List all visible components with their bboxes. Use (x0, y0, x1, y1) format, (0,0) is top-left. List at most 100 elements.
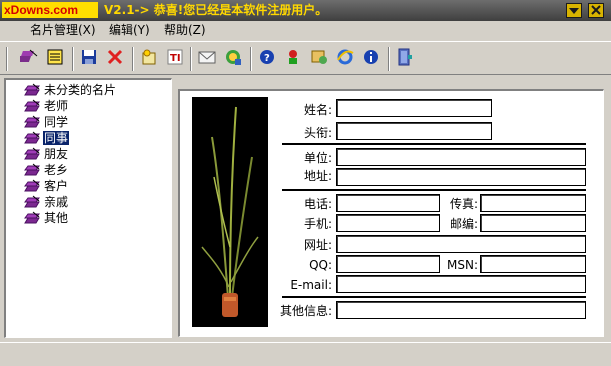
svg-text:?: ? (264, 53, 270, 64)
divider (282, 143, 586, 145)
category-tree[interactable]: 未分类的名片 老师 同学 同事 朋友 老乡客户亲戚其他 (4, 78, 172, 338)
fax-label: 传真: (449, 197, 478, 211)
menu-edit[interactable]: 编辑(Y) (109, 23, 150, 38)
delete-icon (107, 49, 123, 68)
tools-button[interactable] (308, 47, 330, 69)
company-label: 单位: (303, 151, 332, 165)
phone-input[interactable] (336, 194, 440, 212)
name-label: 姓名: (303, 103, 332, 117)
qq-label: QQ: (309, 258, 332, 272)
info-button[interactable] (360, 47, 382, 69)
network-button[interactable] (222, 47, 244, 69)
zip-label: 邮编: (449, 217, 478, 231)
money-icon (285, 49, 301, 68)
exit-button[interactable] (394, 47, 416, 69)
money-button[interactable] (282, 47, 304, 69)
tree-item-label: 其他 (44, 211, 69, 225)
other-info-label: 其他信息: (279, 304, 332, 318)
edit-card-button[interactable] (15, 47, 40, 69)
tree-item-label: 同事 (41, 130, 71, 146)
photo-image (192, 97, 268, 327)
tree-item[interactable]: 未分类的名片 (6, 82, 170, 98)
card-detail-panel: 姓名: 头衔: 单位: 地址: 电话: 传真: 手机: 邮编: 网址: QQ: … (178, 89, 604, 337)
notebook-icon (46, 48, 64, 69)
card-category-icon (24, 115, 40, 129)
info-icon (363, 49, 379, 68)
new-card-button[interactable] (138, 47, 160, 69)
save-button[interactable] (78, 47, 100, 69)
other-info-input[interactable] (336, 301, 586, 319)
tree-item-label: 老乡 (44, 163, 69, 177)
website-input[interactable] (336, 235, 586, 253)
card-category-icon (24, 83, 40, 97)
card-category-icon (24, 99, 40, 113)
name-input[interactable] (336, 99, 492, 117)
title-input[interactable] (336, 122, 492, 140)
toolbar-separator (6, 47, 8, 71)
zip-input[interactable] (480, 214, 586, 232)
card-category-icon (24, 163, 40, 177)
card-category-icon (24, 147, 40, 161)
minimize-icon (569, 4, 579, 18)
msn-input[interactable] (480, 255, 586, 273)
network-icon (224, 48, 242, 69)
tree-item-label: 亲戚 (44, 195, 69, 209)
toolbar-separator (250, 47, 252, 71)
card-category-icon (24, 179, 40, 193)
mobile-label: 手机: (303, 217, 332, 231)
toolbar: TI ? (0, 41, 611, 75)
tools-icon (310, 48, 328, 69)
toolbar-separator (132, 47, 134, 71)
toolbar-separator (72, 47, 74, 71)
tree-item[interactable]: 朋友 (6, 146, 170, 162)
tree-item[interactable]: 老师 (6, 98, 170, 114)
status-bar (0, 342, 611, 366)
mail-icon (198, 49, 216, 68)
text-button[interactable]: TI (164, 47, 186, 69)
exit-icon (397, 48, 413, 69)
menu-bar: 名片管理(X) 编辑(Y) 帮助(Z) (0, 21, 611, 40)
title-label: 头衔: (303, 126, 332, 140)
company-input[interactable] (336, 148, 586, 166)
new-card-icon (140, 48, 158, 69)
ie-icon (336, 48, 354, 69)
brand-logo: xDowns.com (2, 2, 98, 18)
window-title: V2.1-> 恭喜!您已经是本软件注册用户。 (104, 3, 328, 17)
text-icon: TI (166, 48, 184, 69)
email-label: E-mail: (290, 278, 332, 292)
divider (282, 296, 586, 298)
notebook-button[interactable] (44, 47, 66, 69)
address-label: 地址: (303, 169, 332, 183)
card-category-icon (24, 131, 40, 145)
minimize-button[interactable] (566, 3, 582, 18)
website-label: 网址: (303, 238, 332, 252)
tree-item[interactable]: 同学 (6, 114, 170, 130)
delete-button[interactable] (104, 47, 126, 69)
tree-item[interactable]: 其他 (6, 210, 170, 226)
close-icon (591, 4, 601, 18)
tree-item-label: 未分类的名片 (44, 83, 117, 97)
email-input[interactable] (336, 275, 586, 293)
ie-button[interactable] (334, 47, 356, 69)
tree-item-label: 老师 (44, 99, 69, 113)
menu-card-management[interactable]: 名片管理(X) (30, 23, 96, 38)
fax-input[interactable] (480, 194, 586, 212)
menu-help[interactable]: 帮助(Z) (164, 23, 206, 38)
help-button[interactable]: ? (256, 47, 278, 69)
toolbar-separator (190, 47, 192, 71)
qq-input[interactable] (336, 255, 440, 273)
mail-button[interactable] (196, 47, 218, 69)
mobile-input[interactable] (336, 214, 440, 232)
tree-item[interactable]: 同事 (6, 130, 170, 146)
svg-text:TI: TI (170, 53, 181, 64)
close-button[interactable] (588, 3, 604, 18)
tree-item[interactable]: 亲戚 (6, 194, 170, 210)
title-bar: xDowns.com V2.1-> 恭喜!您已经是本软件注册用户。 (0, 0, 611, 21)
toolbar-separator (388, 47, 390, 71)
edit-card-icon (15, 48, 38, 69)
address-input[interactable] (336, 168, 586, 186)
phone-label: 电话: (303, 197, 332, 211)
tree-item[interactable]: 客户 (6, 178, 170, 194)
tree-item[interactable]: 老乡 (6, 162, 170, 178)
tree-item-label: 客户 (44, 179, 69, 193)
